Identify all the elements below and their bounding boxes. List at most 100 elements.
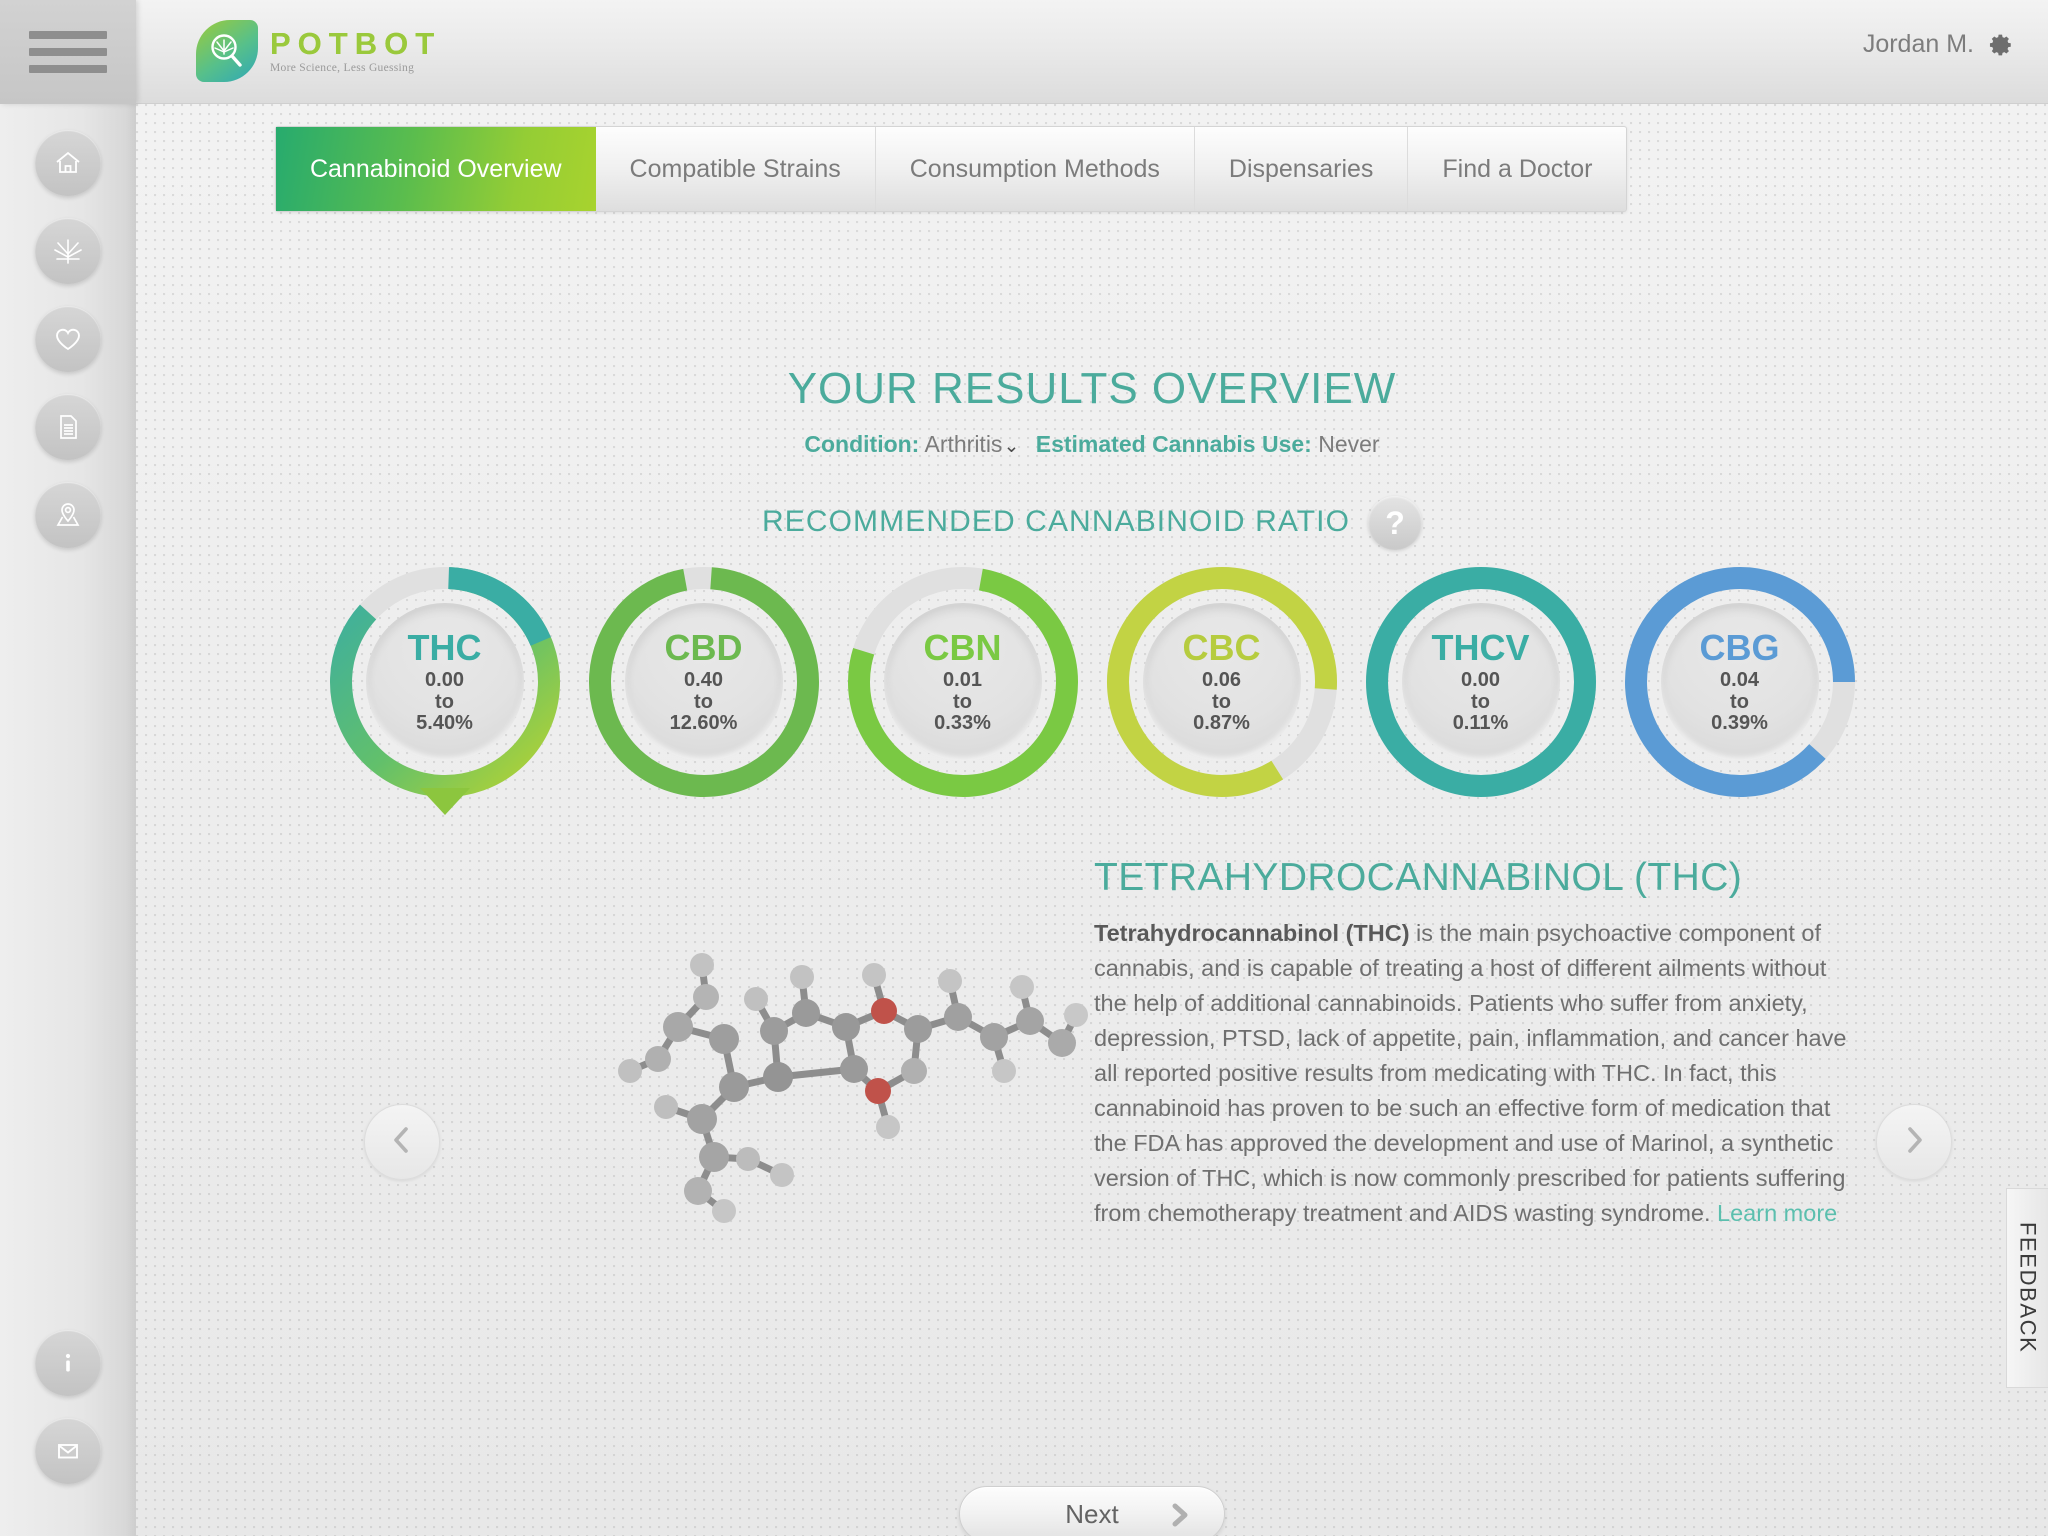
help-icon[interactable]: ? [1368, 496, 1423, 550]
ring-to: to [435, 690, 454, 713]
sidebar-item-contact[interactable] [35, 1418, 101, 1484]
learn-more-link[interactable]: Learn more [1717, 1200, 1837, 1226]
logo-wordmark: POTBOT [270, 25, 442, 61]
sidebar-item-locations[interactable] [35, 482, 101, 548]
tab-dispensaries[interactable]: Dispensaries [1195, 127, 1409, 211]
condition-value[interactable]: Arthritis [924, 431, 1002, 457]
cannabinoid-ring-thcv[interactable]: THCV 0.00 to 0.11% [1355, 556, 1607, 814]
ring-label: CBD [664, 627, 743, 669]
top-bar: POTBOT More Science, Less Guessing Jorda… [0, 0, 2048, 104]
left-nav-rail [0, 104, 136, 1536]
mail-icon [53, 1436, 83, 1466]
chevron-left-icon [389, 1124, 415, 1161]
ring-high: 0.11% [1452, 712, 1509, 735]
ring-label: CBC [1182, 627, 1261, 669]
sidebar-item-home[interactable] [35, 130, 101, 196]
hamburger-icon-line [29, 65, 107, 73]
next-button-label: Next [1065, 1498, 1119, 1529]
sidebar-item-info[interactable] [35, 1330, 101, 1396]
cannabinoid-description: TETRAHYDROCANNABINOL (THC) Tetrahydrocan… [1094, 856, 1854, 1231]
hamburger-menu-button[interactable] [0, 0, 136, 104]
detail-title: TETRAHYDROCANNABINOL (THC) [1094, 856, 1743, 899]
feedback-tab[interactable]: FEEDBACK [2006, 1188, 2048, 1388]
ring-low: 0.01 [943, 669, 982, 692]
chevron-down-icon[interactable]: ⌄ [1003, 436, 1019, 457]
ratio-title: RECOMMENDED CANNABINOID RATIO [761, 505, 1351, 538]
heart-icon [52, 323, 84, 355]
ring-low: 0.00 [1461, 669, 1500, 692]
detail-body-text: is the main psychoactive component of ca… [1094, 920, 1847, 1226]
tab-compatible-strains[interactable]: Compatible Strains [596, 127, 876, 211]
ring-label: CBN [923, 627, 1002, 669]
ring-to: to [1471, 690, 1490, 713]
cannabinoid-ring-thc[interactable]: THC 0.00 to 5.40% [319, 556, 571, 815]
ring-label: CBG [1699, 627, 1780, 669]
ring-low: 0.40 [684, 669, 723, 692]
usage-value: Never [1318, 431, 1380, 457]
usage-label: Estimated Cannabis Use: [1035, 431, 1312, 457]
ring-label: THCV [1431, 627, 1530, 669]
map-pin-icon [52, 499, 84, 531]
ring-label: THC [407, 627, 482, 669]
detail-lead: Tetrahydrocannabinol (THC) [1094, 920, 1410, 946]
ring-to: to [1730, 690, 1749, 713]
condition-summary: Condition: Arthritis⌄ Estimated Cannabis… [136, 431, 2048, 458]
page-title: YOUR RESULTS OVERVIEW [787, 364, 1397, 413]
rail-top-group [0, 130, 136, 570]
ring-core-cbg: CBG 0.04 to 0.39% [1660, 603, 1819, 761]
main-content: Cannabinoid Overview Compatible Strains … [136, 104, 2048, 1536]
sidebar-item-favorites[interactable] [35, 306, 101, 372]
ratio-heading-row: RECOMMENDED CANNABINOID RATIO ? [136, 494, 2048, 550]
sidebar-item-reports[interactable] [35, 394, 101, 460]
ring-low: 0.06 [1202, 669, 1241, 692]
ring-core-thc: THC 0.00 to 5.40% [365, 603, 524, 761]
home-icon [52, 147, 84, 179]
ring-core-cbn: CBN 0.01 to 0.33% [883, 603, 1042, 761]
condition-label: Condition: [804, 431, 920, 457]
logo-tagline: More Science, Less Guessing [270, 61, 415, 74]
ring-high: 0.33% [934, 712, 991, 735]
ring-to: to [1212, 690, 1231, 713]
tab-bar: Cannabinoid Overview Compatible Strains … [275, 126, 1628, 212]
cannabinoid-ring-cbg[interactable]: CBG 0.04 to 0.39% [1614, 556, 1866, 814]
chevron-right-icon [1901, 1124, 1927, 1161]
user-area[interactable]: Jordan M. [1863, 30, 2014, 59]
cannabinoid-ring-cbc[interactable]: CBC 0.06 to 0.87% [1096, 556, 1348, 814]
thc-molecule-model [606, 919, 1126, 1239]
next-button[interactable]: Next [959, 1486, 1225, 1536]
tab-consumption-methods[interactable]: Consumption Methods [876, 127, 1195, 211]
ring-low: 0.04 [1720, 669, 1759, 692]
app-logo[interactable]: POTBOT More Science, Less Guessing [196, 20, 441, 82]
cannabis-leaf-icon [51, 234, 85, 268]
detail-body: Tetrahydrocannabinol (THC) is the main p… [1094, 916, 1854, 1231]
ring-core-cbd: CBD 0.40 to 12.60% [624, 603, 783, 761]
ring-core-thcv: THCV 0.00 to 0.11% [1401, 603, 1560, 761]
chevron-right-icon [1164, 1499, 1196, 1536]
document-icon [53, 412, 83, 442]
ring-high: 5.40% [416, 712, 473, 735]
ring-core-cbc: CBC 0.06 to 0.87% [1142, 603, 1301, 761]
cannabinoid-ratio-chart: THC 0.00 to 5.40% CBD 0.40 to 12.60% CBN… [136, 556, 2048, 815]
hamburger-icon-line [29, 48, 107, 56]
sidebar-item-strains[interactable] [35, 218, 101, 284]
cannabinoid-ring-cbn[interactable]: CBN 0.01 to 0.33% [837, 556, 1089, 814]
next-cannabinoid-button[interactable] [1876, 1104, 1952, 1180]
feedback-label: FEEDBACK [2015, 1222, 2041, 1354]
gear-icon[interactable] [1988, 32, 2014, 58]
ring-to: to [694, 690, 713, 713]
tab-cannabinoid-overview[interactable]: Cannabinoid Overview [276, 127, 596, 211]
info-icon [54, 1349, 82, 1377]
ring-high: 0.39% [1711, 712, 1768, 735]
ring-low: 0.00 [425, 669, 464, 692]
rail-bottom-group [0, 1330, 136, 1506]
hamburger-icon-line [29, 31, 107, 39]
ring-high: 0.87% [1193, 712, 1250, 735]
potbot-magnifier-leaf-icon [196, 20, 258, 82]
prev-cannabinoid-button[interactable] [364, 1104, 440, 1180]
ring-high: 12.60% [669, 712, 738, 735]
tab-find-a-doctor[interactable]: Find a Doctor [1408, 127, 1626, 211]
cannabinoid-ring-cbd[interactable]: CBD 0.40 to 12.60% [578, 556, 830, 814]
selected-indicator-arrow [419, 788, 470, 815]
user-name-label: Jordan M. [1862, 30, 1974, 58]
ring-to: to [953, 690, 972, 713]
